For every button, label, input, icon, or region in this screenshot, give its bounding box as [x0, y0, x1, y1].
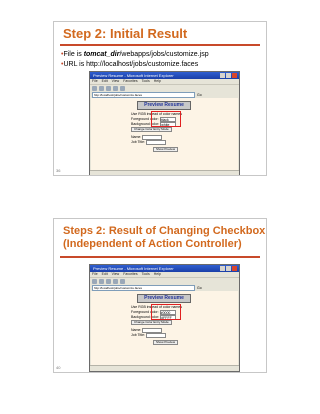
- menu-file[interactable]: File: [92, 79, 98, 84]
- browser-window: Preview Resume - Microsoft Internet Expl…: [89, 71, 240, 175]
- forward-icon[interactable]: [99, 86, 104, 91]
- menu-help[interactable]: Help: [154, 79, 161, 84]
- slide-title: Steps 2: Result of Changing Checkbox (In…: [63, 225, 266, 250]
- bullet-item: File is tomcat_dir/webapps/jobs/customiz…: [61, 50, 208, 60]
- bullet-item: URL is http://localhost/jobs/customize.f…: [61, 60, 209, 70]
- title-divider: [60, 44, 260, 46]
- back-icon[interactable]: [92, 86, 97, 91]
- menu-favorites[interactable]: Favorites: [123, 79, 137, 84]
- menu-favorites[interactable]: Favorites: [123, 272, 137, 277]
- close-icon[interactable]: [232, 266, 237, 271]
- back-icon[interactable]: [92, 279, 97, 284]
- slide-number: 36: [56, 168, 61, 173]
- change-mode-button[interactable]: Change Color Entry Mode: [131, 127, 172, 132]
- menu-view[interactable]: View: [112, 79, 120, 84]
- minimize-icon[interactable]: [220, 266, 225, 271]
- minimize-icon[interactable]: [220, 73, 225, 78]
- go-button[interactable]: Go: [197, 93, 202, 97]
- slide-number: 40: [56, 365, 61, 370]
- home-icon[interactable]: [120, 279, 125, 284]
- close-icon[interactable]: [232, 73, 237, 78]
- highlight-box: [151, 304, 181, 320]
- page-content: Preview Resume Use RGB instead of color …: [91, 291, 238, 366]
- browser-toolbar: [90, 84, 239, 92]
- slide-1: Step 2: Initial Result File is tomcat_di…: [53, 21, 267, 176]
- status-bar: [90, 365, 239, 371]
- preview-title: Preview Resume: [137, 101, 191, 110]
- menu-view[interactable]: View: [112, 272, 120, 277]
- job-title-field[interactable]: [146, 140, 167, 145]
- go-button[interactable]: Go: [197, 286, 202, 290]
- change-mode-button[interactable]: Change Color Entry Mode: [131, 320, 172, 325]
- browser-window: Preview Resume - Microsoft Internet Expl…: [89, 264, 240, 372]
- refresh-icon[interactable]: [113, 86, 118, 91]
- highlight-box: [151, 111, 181, 127]
- stop-icon[interactable]: [106, 86, 111, 91]
- job-title-label: Job Title:: [131, 140, 146, 144]
- job-title-label: Job Title:: [131, 333, 146, 337]
- browser-toolbar: [90, 277, 239, 285]
- browser-titlebar: Preview Resume - Microsoft Internet Expl…: [90, 265, 239, 272]
- show-preview-button[interactable]: Show Preview: [153, 340, 179, 345]
- status-bar: [90, 170, 239, 175]
- preview-title: Preview Resume: [137, 294, 191, 303]
- show-preview-button[interactable]: Show Preview: [153, 147, 179, 152]
- maximize-icon[interactable]: [226, 266, 231, 271]
- color-form: Use RGB instead of color names Foregroun…: [131, 305, 231, 345]
- forward-icon[interactable]: [99, 279, 104, 284]
- page-content: Preview Resume Use RGB instead of color …: [91, 98, 238, 171]
- slide-2: Steps 2: Result of Changing Checkbox (In…: [53, 218, 267, 373]
- stop-icon[interactable]: [106, 279, 111, 284]
- refresh-icon[interactable]: [113, 279, 118, 284]
- home-icon[interactable]: [120, 86, 125, 91]
- menu-edit[interactable]: Edit: [102, 272, 108, 277]
- title-divider: [60, 256, 260, 258]
- maximize-icon[interactable]: [226, 73, 231, 78]
- slide-title: Step 2: Initial Result: [63, 26, 188, 41]
- menu-help[interactable]: Help: [154, 272, 161, 277]
- bullet-list: File is tomcat_dir/webapps/jobs/customiz…: [61, 50, 209, 70]
- job-title-field[interactable]: [146, 333, 167, 338]
- browser-titlebar: Preview Resume - Microsoft Internet Expl…: [90, 72, 239, 79]
- menu-edit[interactable]: Edit: [102, 79, 108, 84]
- color-form: Use RGB instead of color names Foregroun…: [131, 112, 231, 152]
- menu-file[interactable]: File: [92, 272, 98, 277]
- menu-tools[interactable]: Tools: [142, 79, 150, 84]
- menu-tools[interactable]: Tools: [142, 272, 150, 277]
